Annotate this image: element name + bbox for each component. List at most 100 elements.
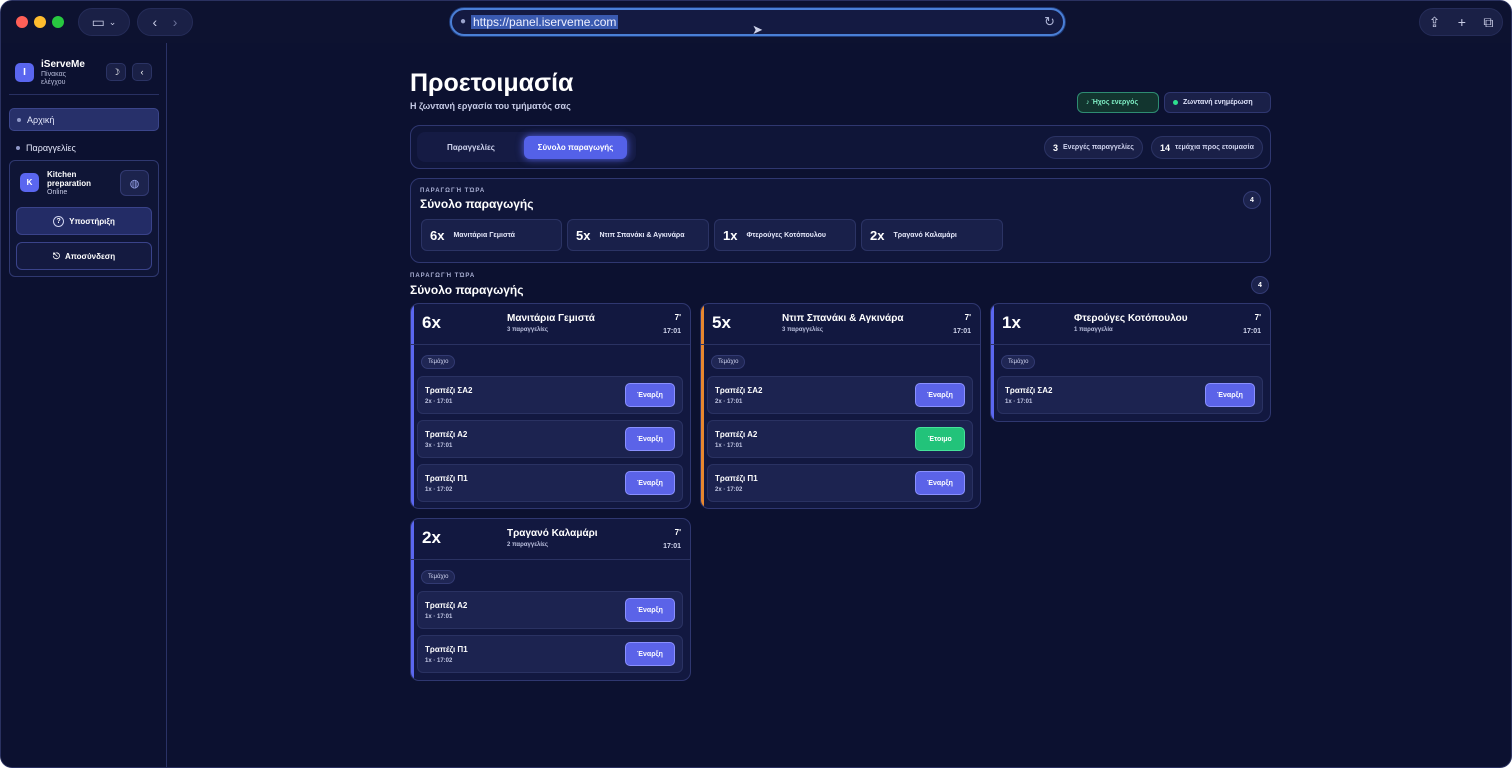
section-count-badge: 4 [1251, 276, 1269, 294]
new-tab-icon[interactable]: + [1458, 14, 1466, 30]
mouse-cursor-icon: ➤ [752, 22, 763, 37]
address-bar[interactable]: ● https://panel.iserveme.com ➤ ↻ [450, 8, 1065, 37]
card-item-name: Μανιτάρια Γεμιστά [507, 313, 595, 324]
chip-name: Τραγανό Καλαμάρι [893, 231, 957, 239]
unit-tag: Τεμάχιο [711, 355, 746, 369]
unit-tag: Τεμάχιο [1001, 355, 1036, 369]
chip-qty: 2x [870, 227, 885, 243]
order-row: Τραπέζι ΣΑ2 2x · 17:01 Έναρξη [417, 376, 683, 414]
theme-toggle-button[interactable]: ☽ [106, 63, 126, 81]
logout-button[interactable]: ⎋ Αποσύνδεση [16, 242, 152, 270]
card-elapsed-time: 7' [674, 528, 681, 537]
card-qty: 1x [1002, 313, 1021, 332]
card-clock-time: 17:01 [663, 328, 681, 335]
summary-chip: 2x Τραγανό Καλαμάρι [861, 219, 1003, 251]
start-button[interactable]: Έναρξη [915, 383, 965, 407]
row-table: Τραπέζι Α2 [425, 601, 468, 610]
sidebar-item-label: Αρχική [27, 114, 55, 125]
live-update-label: Ζωντανή ενημέρωση [1183, 99, 1253, 106]
row-sub: 1x · 17:01 [1005, 399, 1033, 405]
production-card: 6x Μανιτάρια Γεμιστά 3 παραγγελίες 7' 17… [410, 303, 691, 509]
sound-toggle-button[interactable]: ♪ Ήχος ενεργός [1077, 92, 1159, 113]
production-card: 2x Τραγανό Καλαμάρι 2 παραγγελίες 7' 17:… [410, 518, 691, 681]
zoom-window-button[interactable] [52, 16, 64, 28]
row-table: Τραπέζι ΣΑ2 [1005, 386, 1053, 395]
tab-overview-icon[interactable]: ⧉ [1483, 14, 1493, 31]
card-order-count: 3 παραγγελίες [507, 327, 549, 333]
start-button[interactable]: Έναρξη [625, 598, 675, 622]
sidebar-item-orders[interactable]: Παραγγελίες [9, 136, 159, 159]
row-sub: 2x · 17:01 [425, 399, 453, 405]
reload-icon[interactable]: ↻ [1044, 14, 1055, 30]
station-settings-button[interactable]: ◍ [120, 170, 149, 196]
chip-qty: 6x [430, 227, 445, 243]
order-row: Τραπέζι Π1 1x · 17:02 Έναρξη [417, 464, 683, 502]
help-icon: ? [53, 215, 65, 227]
order-row: Τραπέζι Π1 1x · 17:02 Έναρξη [417, 635, 683, 673]
url-text[interactable]: https://panel.iserveme.com [471, 15, 619, 29]
card-qty: 6x [422, 313, 441, 332]
view-tabs: Παραγγελίες Σύνολο παραγωγής [417, 132, 636, 162]
row-sub: 1x · 17:01 [425, 614, 453, 620]
chip-name: Μανιτάρια Γεμιστά [453, 231, 515, 239]
tab-orders[interactable]: Παραγγελίες [425, 136, 517, 159]
sidebar-divider [9, 94, 159, 95]
row-sub: 2x · 17:02 [715, 487, 743, 493]
close-window-button[interactable] [16, 16, 28, 28]
row-table: Τραπέζι Α2 [425, 430, 468, 439]
row-table: Τραπέζι Α2 [715, 430, 758, 439]
order-row: Τραπέζι Α2 3x · 17:01 Έναρξη [417, 420, 683, 458]
start-button[interactable]: Έναρξη [625, 642, 675, 666]
share-icon[interactable]: ⇪ [1429, 14, 1441, 31]
page-title: Προετοιμασία [410, 69, 574, 97]
order-row: Τραπέζι ΣΑ2 1x · 17:01 Έναρξη [997, 376, 1263, 414]
card-qty: 5x [712, 313, 731, 332]
back-icon[interactable]: ‹ [153, 14, 158, 30]
start-button[interactable]: Έναρξη [625, 383, 675, 407]
palette-icon: ◍ [129, 177, 140, 190]
order-row: Τραπέζι Π1 2x · 17:02 Έναρξη [707, 464, 973, 502]
brand-name: iServeMe [41, 59, 85, 70]
browser-actions: ⇪ + ⧉ [1419, 8, 1503, 36]
start-button[interactable]: Έναρξη [1205, 383, 1255, 407]
active-orders-label: Ενεργές παραγγελίες [1063, 144, 1134, 151]
summary-chip: 1x Φτερούγες Κοτόπουλου [714, 219, 856, 251]
browser-window: ▭ ⌄ ‹ › ● https://panel.iserveme.com ➤ ↻… [0, 0, 1512, 768]
tab-production-total[interactable]: Σύνολο παραγωγής [524, 136, 627, 159]
station-avatar: K [20, 173, 39, 192]
view-toolbar: Παραγγελίες Σύνολο παραγωγής 3 Ενεργές π… [410, 125, 1271, 169]
active-orders-count: 3 [1053, 142, 1059, 153]
card-qty: 2x [422, 528, 441, 547]
card-header: 1x Φτερούγες Κοτόπουλου 1 παραγγελία 7' … [991, 304, 1270, 345]
card-clock-time: 17:01 [953, 328, 971, 335]
sidebar-item-label: Παραγγελίες [26, 142, 76, 153]
page-subtitle: Η ζωντανή εργασία του τμήματός σας [410, 101, 571, 111]
row-table: Τραπέζι Π1 [715, 474, 758, 483]
card-elapsed-time: 7' [1254, 313, 1261, 322]
chevron-left-icon: ‹ [140, 67, 144, 77]
app-logo: I [15, 63, 34, 82]
start-button[interactable]: Έναρξη [625, 471, 675, 495]
minimize-window-button[interactable] [34, 16, 46, 28]
forward-icon[interactable]: › [173, 14, 178, 30]
production-card: 5x Ντιπ Σπανάκι & Αγκινάρα 3 παραγγελίες… [700, 303, 981, 509]
card-order-count: 2 παραγγελίες [507, 542, 549, 548]
bullet-icon [17, 117, 21, 122]
support-button[interactable]: ? Υποστήριξη [16, 207, 152, 235]
start-button[interactable]: Έναρξη [915, 471, 965, 495]
card-header: 6x Μανιτάρια Γεμιστά 3 παραγγελίες 7' 17… [411, 304, 690, 345]
row-sub: 3x · 17:01 [425, 443, 453, 449]
main-content: Προετοιμασία Η ζωντανή εργασία του τμήμα… [410, 43, 1272, 767]
order-row: Τραπέζι Α2 1x · 17:01 Έτοιμο [707, 420, 973, 458]
sidebar-item-home[interactable]: Αρχική [9, 108, 159, 131]
start-button[interactable]: Έναρξη [625, 427, 675, 451]
summary-count-badge: 4 [1243, 191, 1261, 209]
chip-qty: 5x [576, 227, 591, 243]
sidebar-toggle-button[interactable]: ▭ ⌄ [78, 8, 130, 36]
ready-button[interactable]: Έτοιμο [915, 427, 965, 451]
card-order-count: 3 παραγγελίες [782, 327, 824, 333]
history-nav: ‹ › [137, 8, 193, 36]
live-dot-icon [1173, 100, 1178, 105]
collapse-sidebar-button[interactable]: ‹ [132, 63, 152, 81]
row-sub: 2x · 17:01 [715, 399, 743, 405]
